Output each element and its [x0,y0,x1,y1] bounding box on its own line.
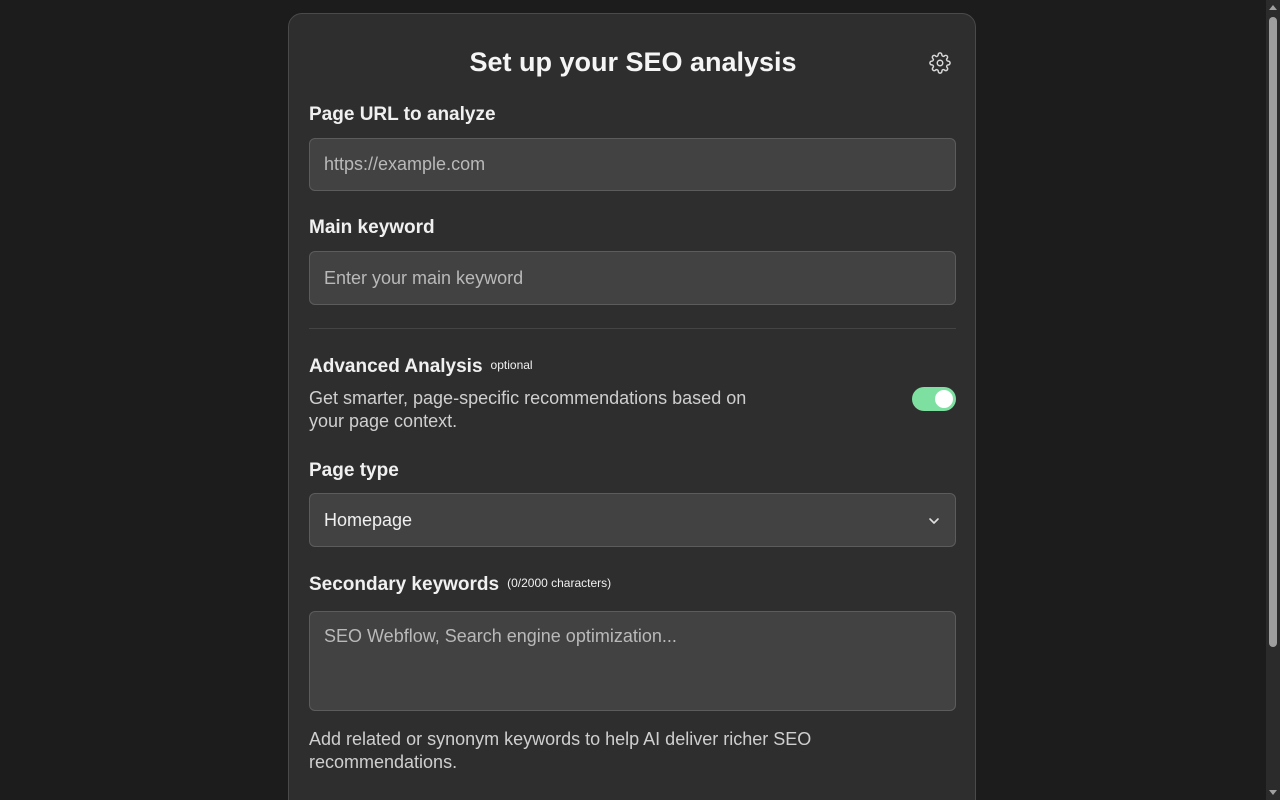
seo-setup-card: Set up your SEO analysis Page URL to ana… [288,13,976,800]
page-url-input[interactable] [309,138,956,191]
scroll-up-arrow-icon[interactable] [1269,5,1277,10]
optional-badge: optional [490,358,533,372]
secondary-keywords-label: Secondary keywords (0/2000 characters) [309,573,611,598]
advanced-description-line-1: Get smarter, page-specific recommendatio… [309,388,747,408]
advanced-analysis-label: Advanced Analysis optional [309,355,533,380]
scrollbar-thumb[interactable] [1269,17,1277,647]
page-type-label: Page type [309,460,399,481]
section-divider [309,328,956,329]
gear-icon[interactable] [929,52,951,74]
page: Set up your SEO analysis Page URL to ana… [0,0,1280,800]
scroll-down-arrow-icon[interactable] [1269,790,1277,795]
page-title: Set up your SEO analysis [469,47,797,77]
character-counter: (0/2000 characters) [507,576,612,590]
advanced-analysis-toggle[interactable] [912,387,956,411]
advanced-analysis-title: Advanced Analysis [309,356,483,377]
advanced-description-line-2: your page context. [309,411,458,431]
toggle-knob [935,390,953,408]
secondary-help-line-1: Add related or synonym keywords to help … [309,729,812,749]
secondary-keywords-textarea[interactable] [309,611,956,711]
main-keyword-label: Main keyword [309,217,435,238]
advanced-analysis-description: Get smarter, page-specific recommendatio… [309,387,746,433]
page-type-selected-value: Homepage [324,510,413,530]
page-scrollbar[interactable] [1266,0,1280,800]
chevron-down-icon [929,518,939,524]
secondary-help-line-2: recommendations. [309,752,458,772]
secondary-keywords-title: Secondary keywords [309,574,500,595]
page-url-label: Page URL to analyze [309,104,496,125]
page-type-select[interactable]: Homepage [309,493,956,547]
secondary-keywords-help: Add related or synonym keywords to help … [309,728,811,774]
main-keyword-input[interactable] [309,251,956,305]
